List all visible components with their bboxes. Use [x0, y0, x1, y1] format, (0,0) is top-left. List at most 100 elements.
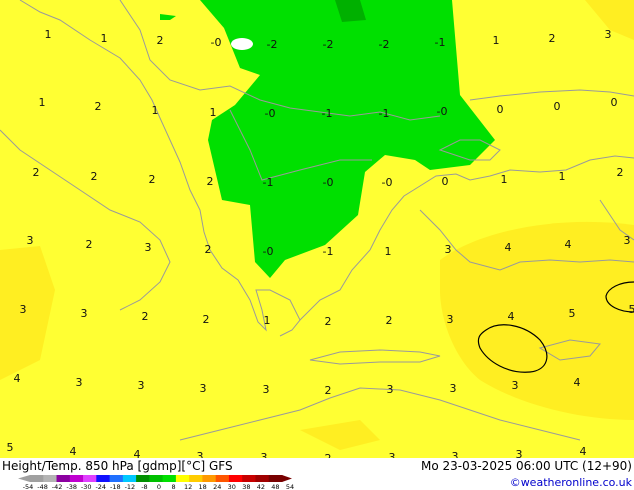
scale-tick-label: 8 [171, 483, 175, 490]
scale-swatch [242, 475, 256, 482]
temp-label: 3 [138, 379, 145, 392]
temp-label: -1 [323, 245, 334, 258]
temp-label: 2 [386, 314, 393, 327]
temp-label: 3 [387, 383, 394, 396]
scale-tick-label: -48 [37, 483, 48, 490]
scale-swatch [175, 475, 190, 482]
temp-label: -1 [379, 107, 390, 120]
temp-label: 2 [207, 175, 214, 188]
temp-label: -0 [437, 105, 448, 118]
temp-label: -0 [263, 245, 274, 258]
temp-label: 1 [559, 170, 566, 183]
scale-swatch [83, 475, 97, 482]
temp-label: 2 [617, 166, 624, 179]
temp-label: 4 [508, 310, 515, 323]
temp-label: 4 [580, 445, 587, 458]
temp-label: 4 [14, 372, 21, 385]
credit-text: ©weatheronline.co.uk [510, 476, 633, 489]
color-scale [18, 475, 292, 482]
temp-label: 4 [565, 238, 572, 251]
temp-label: 2 [325, 315, 332, 328]
temp-label: 2 [157, 34, 164, 47]
temp-label: 0 [554, 100, 561, 113]
scale-tick-label: 42 [257, 483, 265, 490]
temp-label: 5 [569, 307, 576, 320]
temp-label: -2 [379, 38, 390, 51]
temp-label: 3 [445, 243, 452, 256]
temp-label: 2 [142, 310, 149, 323]
temp-label: 2 [549, 32, 556, 45]
temp-label: 3 [200, 382, 207, 395]
scale-swatch [189, 475, 203, 482]
scale-tick-label: 18 [199, 483, 207, 490]
temp-label: -1 [263, 176, 274, 189]
temp-label: 2 [86, 238, 93, 251]
temp-label: 3 [145, 241, 152, 254]
temp-label: 4 [505, 241, 512, 254]
temp-label: 4 [70, 445, 77, 458]
temp-label: -1 [322, 107, 333, 120]
temp-label: 3 [512, 379, 519, 392]
temp-label: 0 [497, 103, 504, 116]
temp-label: 2 [91, 170, 98, 183]
scale-swatch [69, 475, 84, 482]
temp-label: 1 [264, 314, 271, 327]
scale-tick-label: 30 [228, 483, 236, 490]
temp-label: 5 [7, 441, 14, 454]
scale-tick-label: -12 [125, 483, 136, 490]
temp-label: 0 [442, 175, 449, 188]
temp-label: -0 [382, 176, 393, 189]
scale-swatch [255, 475, 270, 482]
scale-tick-label: 12 [184, 483, 192, 490]
scale-swatch [162, 475, 177, 482]
scale-swatch [202, 475, 217, 482]
temp-label: 3 [605, 28, 612, 41]
temp-label: 3 [81, 307, 88, 320]
temp-label: 3 [450, 382, 457, 395]
scale-tick-label: -24 [95, 483, 106, 490]
scale-tick-label: 54 [286, 483, 294, 490]
temp-label: -2 [267, 38, 278, 51]
temp-label: 1 [152, 104, 159, 117]
scale-tick-label: -30 [81, 483, 92, 490]
temp-label: 1 [501, 173, 508, 186]
temp-label: 1 [493, 34, 500, 47]
temp-label: 2 [95, 100, 102, 113]
scale-tick-label: 38 [242, 483, 250, 490]
temp-label: 1 [210, 106, 217, 119]
scale-tick-label: 48 [271, 483, 279, 490]
scale-tick-label: -38 [66, 483, 77, 490]
map-title: Height/Temp. 850 hPa [gdmp][°C] GFS [2, 459, 233, 473]
snow-spot [231, 38, 253, 50]
scale-swatch [268, 475, 283, 482]
temp-label: 4 [574, 376, 581, 389]
temp-label: 2 [203, 313, 210, 326]
temp-label: 1 [101, 32, 108, 45]
scale-tick-label: -42 [52, 483, 63, 490]
scale-tick-label: -8 [141, 483, 147, 490]
scale-swatch [215, 475, 230, 482]
temp-label: 3 [624, 234, 631, 247]
temp-label: 2 [205, 243, 212, 256]
temp-label: 1 [385, 245, 392, 258]
temp-label: 3 [76, 376, 83, 389]
scale-tick-label: 0 [157, 483, 161, 490]
scale-tick-label: -54 [23, 483, 34, 490]
temp-label: 3 [447, 313, 454, 326]
temp-label: 0 [611, 96, 618, 109]
temp-label: 2 [33, 166, 40, 179]
temp-label: -1 [435, 36, 446, 49]
temp-label: 3 [263, 383, 270, 396]
temp-label: -0 [211, 36, 222, 49]
temp-label: -0 [323, 176, 334, 189]
map-datetime: Mo 23-03-2025 06:00 UTC (12+90) [421, 459, 632, 473]
scale-swatch [228, 475, 243, 482]
temp-label: 2 [149, 173, 156, 186]
temp-label: 1 [45, 28, 52, 41]
temp-label: 3 [20, 303, 27, 316]
weather-map: 1 1 2 -0 -2 -2 -2 -1 1 2 31 2 1 1 -0 -1 -1 -0 0 0 02 2 2 2 -1 -0-… [0, 0, 634, 490]
scale-swatch [136, 475, 150, 482]
scale-swatch [96, 475, 111, 482]
scale-swatch [149, 475, 164, 482]
scale-swatch [109, 475, 124, 482]
